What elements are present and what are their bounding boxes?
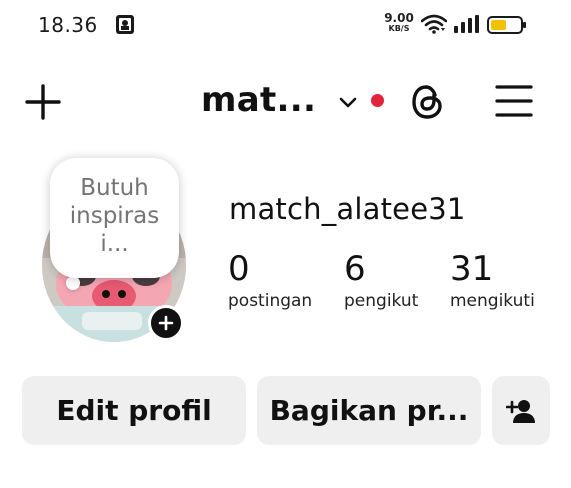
threads-button[interactable]: [409, 83, 445, 121]
edit-profile-button[interactable]: Edit profil: [22, 376, 246, 445]
add-note-button[interactable]: [148, 305, 184, 341]
note-line: inspiras: [69, 203, 160, 229]
menu-icon: [495, 85, 533, 117]
note-bubble-tail: [66, 276, 80, 290]
stat-value: 0: [228, 249, 250, 289]
threads-icon: [412, 85, 442, 119]
stat-following[interactable]: 31 mengikuti: [450, 247, 535, 311]
discover-people-button[interactable]: [492, 376, 550, 445]
plus-icon: [25, 84, 61, 120]
profile-username: match_alatee31: [229, 192, 466, 226]
create-button[interactable]: [24, 83, 62, 121]
stat-label: postingan: [228, 291, 313, 311]
network-speed-value: 9.00: [384, 11, 414, 25]
note-bubble[interactable]: Butuh inspiras i...: [50, 158, 179, 278]
stat-followers[interactable]: 6 pengikut: [344, 247, 418, 311]
wifi-icon: [420, 14, 448, 34]
network-speed-unit: KB/S: [388, 24, 410, 33]
stat-label: mengikuti: [450, 291, 535, 311]
network-speed: 9.00 KB/S: [383, 12, 415, 33]
stat-value: 31: [450, 249, 494, 289]
stat-posts[interactable]: 0 postingan: [228, 247, 312, 311]
stat-label: pengikut: [344, 291, 419, 311]
stat-value: 6: [344, 249, 366, 289]
note-line: Butuh: [80, 175, 149, 201]
notification-dot: [371, 94, 384, 107]
app-notification-icon: [115, 14, 135, 35]
signal-icon: [453, 15, 479, 33]
plus-icon: [158, 315, 174, 331]
note-line: i...: [100, 231, 129, 257]
account-switcher-username[interactable]: mat...: [201, 80, 316, 120]
battery-icon: [487, 15, 527, 35]
add-user-icon: [506, 399, 535, 423]
share-profile-button[interactable]: Bagikan pr...: [257, 376, 481, 445]
menu-button[interactable]: [495, 84, 533, 118]
status-time: 18.36: [38, 13, 98, 37]
chevron-down-icon[interactable]: [339, 94, 357, 108]
